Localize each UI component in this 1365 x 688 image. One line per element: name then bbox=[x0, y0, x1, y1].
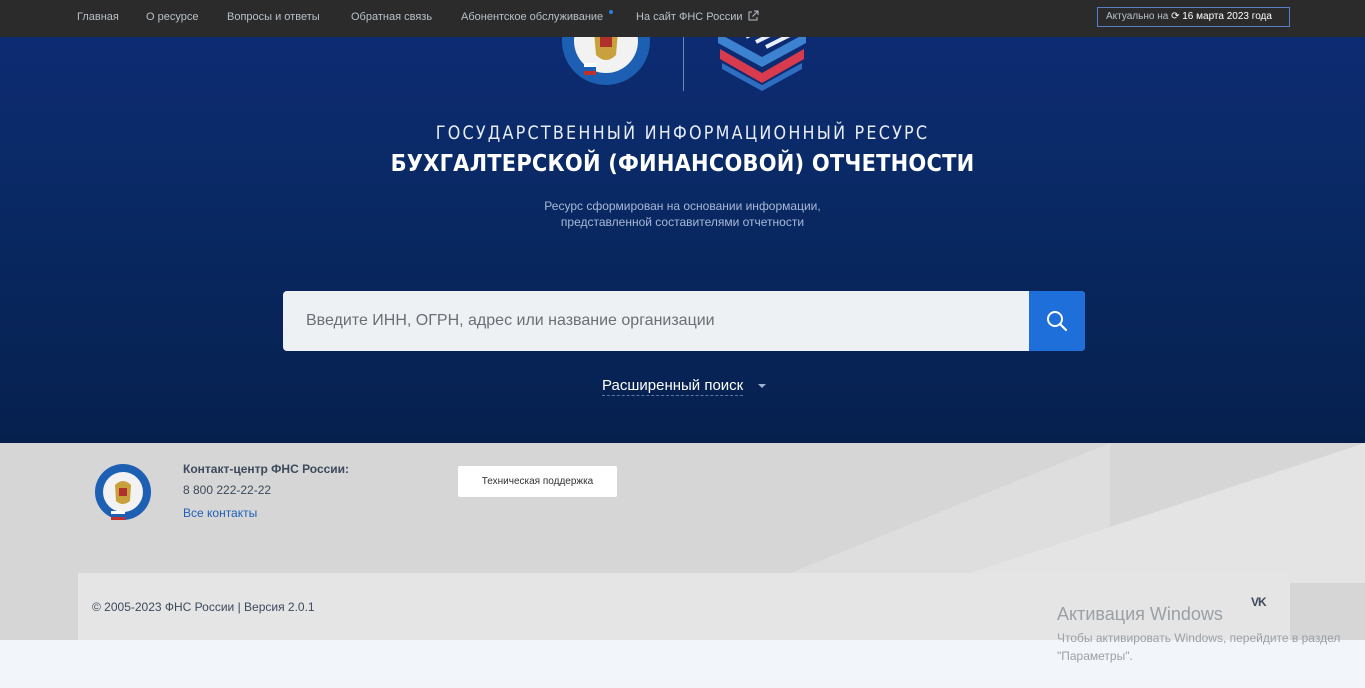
resource-logo bbox=[718, 37, 806, 91]
windows-activation-text: Чтобы активировать Windows, перейдите в … bbox=[1057, 629, 1365, 665]
search-input[interactable] bbox=[283, 291, 1029, 351]
footer-decoration bbox=[940, 443, 1365, 583]
subtitle-line1: Ресурс сформирован на основании информац… bbox=[544, 199, 821, 213]
search-button[interactable] bbox=[1029, 291, 1085, 351]
resource-subtitle: Ресурс сформирован на основании информац… bbox=[0, 198, 1365, 230]
advanced-search-toggle[interactable]: Расширенный поиск bbox=[602, 377, 744, 396]
resource-title-line1: ГОСУДАРСТВЕННЫЙ ИНФОРМАЦИОННЫЙ РЕСУРС bbox=[435, 121, 930, 144]
contact-phone[interactable]: 8 800 222-22-22 bbox=[183, 483, 271, 497]
external-link-icon bbox=[748, 10, 759, 21]
nav-link-subscription[interactable]: Абонентское обслуживание bbox=[461, 11, 603, 23]
copyright-text: © 2005-2023 ФНС России | Версия 2.0.1 bbox=[92, 600, 315, 614]
actuality-date-badge: Актуально на ⟳ 16 марта 2023 года bbox=[1097, 7, 1290, 27]
nav-link-fns-site[interactable]: На сайт ФНС России bbox=[636, 11, 743, 23]
fns-emblem-logo bbox=[562, 37, 650, 85]
actuality-date: 16 марта 2023 года bbox=[1182, 11, 1272, 22]
resource-title-line2: БУХГАЛТЕРСКОЙ (ФИНАНСОВОЙ) ОТЧЕТНОСТИ bbox=[390, 149, 975, 177]
new-indicator-dot bbox=[609, 10, 613, 14]
windows-activation-line2: "Параметры". bbox=[1057, 649, 1133, 663]
nav-link-about[interactable]: О ресурсе bbox=[146, 11, 198, 23]
hero-section: ГОСУДАРСТВЕННЫЙ ИНФОРМАЦИОННЫЙ РЕСУРС БУ… bbox=[0, 37, 1365, 443]
tech-support-button[interactable]: Техническая поддержка bbox=[458, 466, 617, 497]
all-contacts-link[interactable]: Все контакты bbox=[183, 506, 257, 520]
nav-link-home[interactable]: Главная bbox=[77, 11, 119, 23]
nav-link-faq[interactable]: Вопросы и ответы bbox=[227, 11, 320, 23]
windows-activation-line1: Чтобы активировать Windows, перейдите в … bbox=[1057, 631, 1341, 645]
search-box bbox=[283, 291, 1085, 351]
caret-down-icon[interactable] bbox=[758, 384, 766, 388]
nav-link-feedback[interactable]: Обратная связь bbox=[351, 11, 432, 23]
fns-emblem-logo bbox=[95, 464, 151, 520]
windows-activation-title: Активация Windows bbox=[1057, 604, 1223, 624]
search-icon bbox=[1047, 311, 1068, 332]
vk-icon[interactable]: VK bbox=[1251, 595, 1267, 609]
logo-divider bbox=[683, 37, 684, 91]
actuality-label: Актуально на bbox=[1106, 11, 1169, 22]
subtitle-line2: представленной составителями отчетности bbox=[560, 215, 805, 229]
refresh-icon: ⟳ bbox=[1171, 11, 1180, 22]
contact-center-title: Контакт-центр ФНС России: bbox=[183, 462, 350, 476]
top-navigation: Главная О ресурсе Вопросы и ответы Обрат… bbox=[0, 0, 1365, 37]
